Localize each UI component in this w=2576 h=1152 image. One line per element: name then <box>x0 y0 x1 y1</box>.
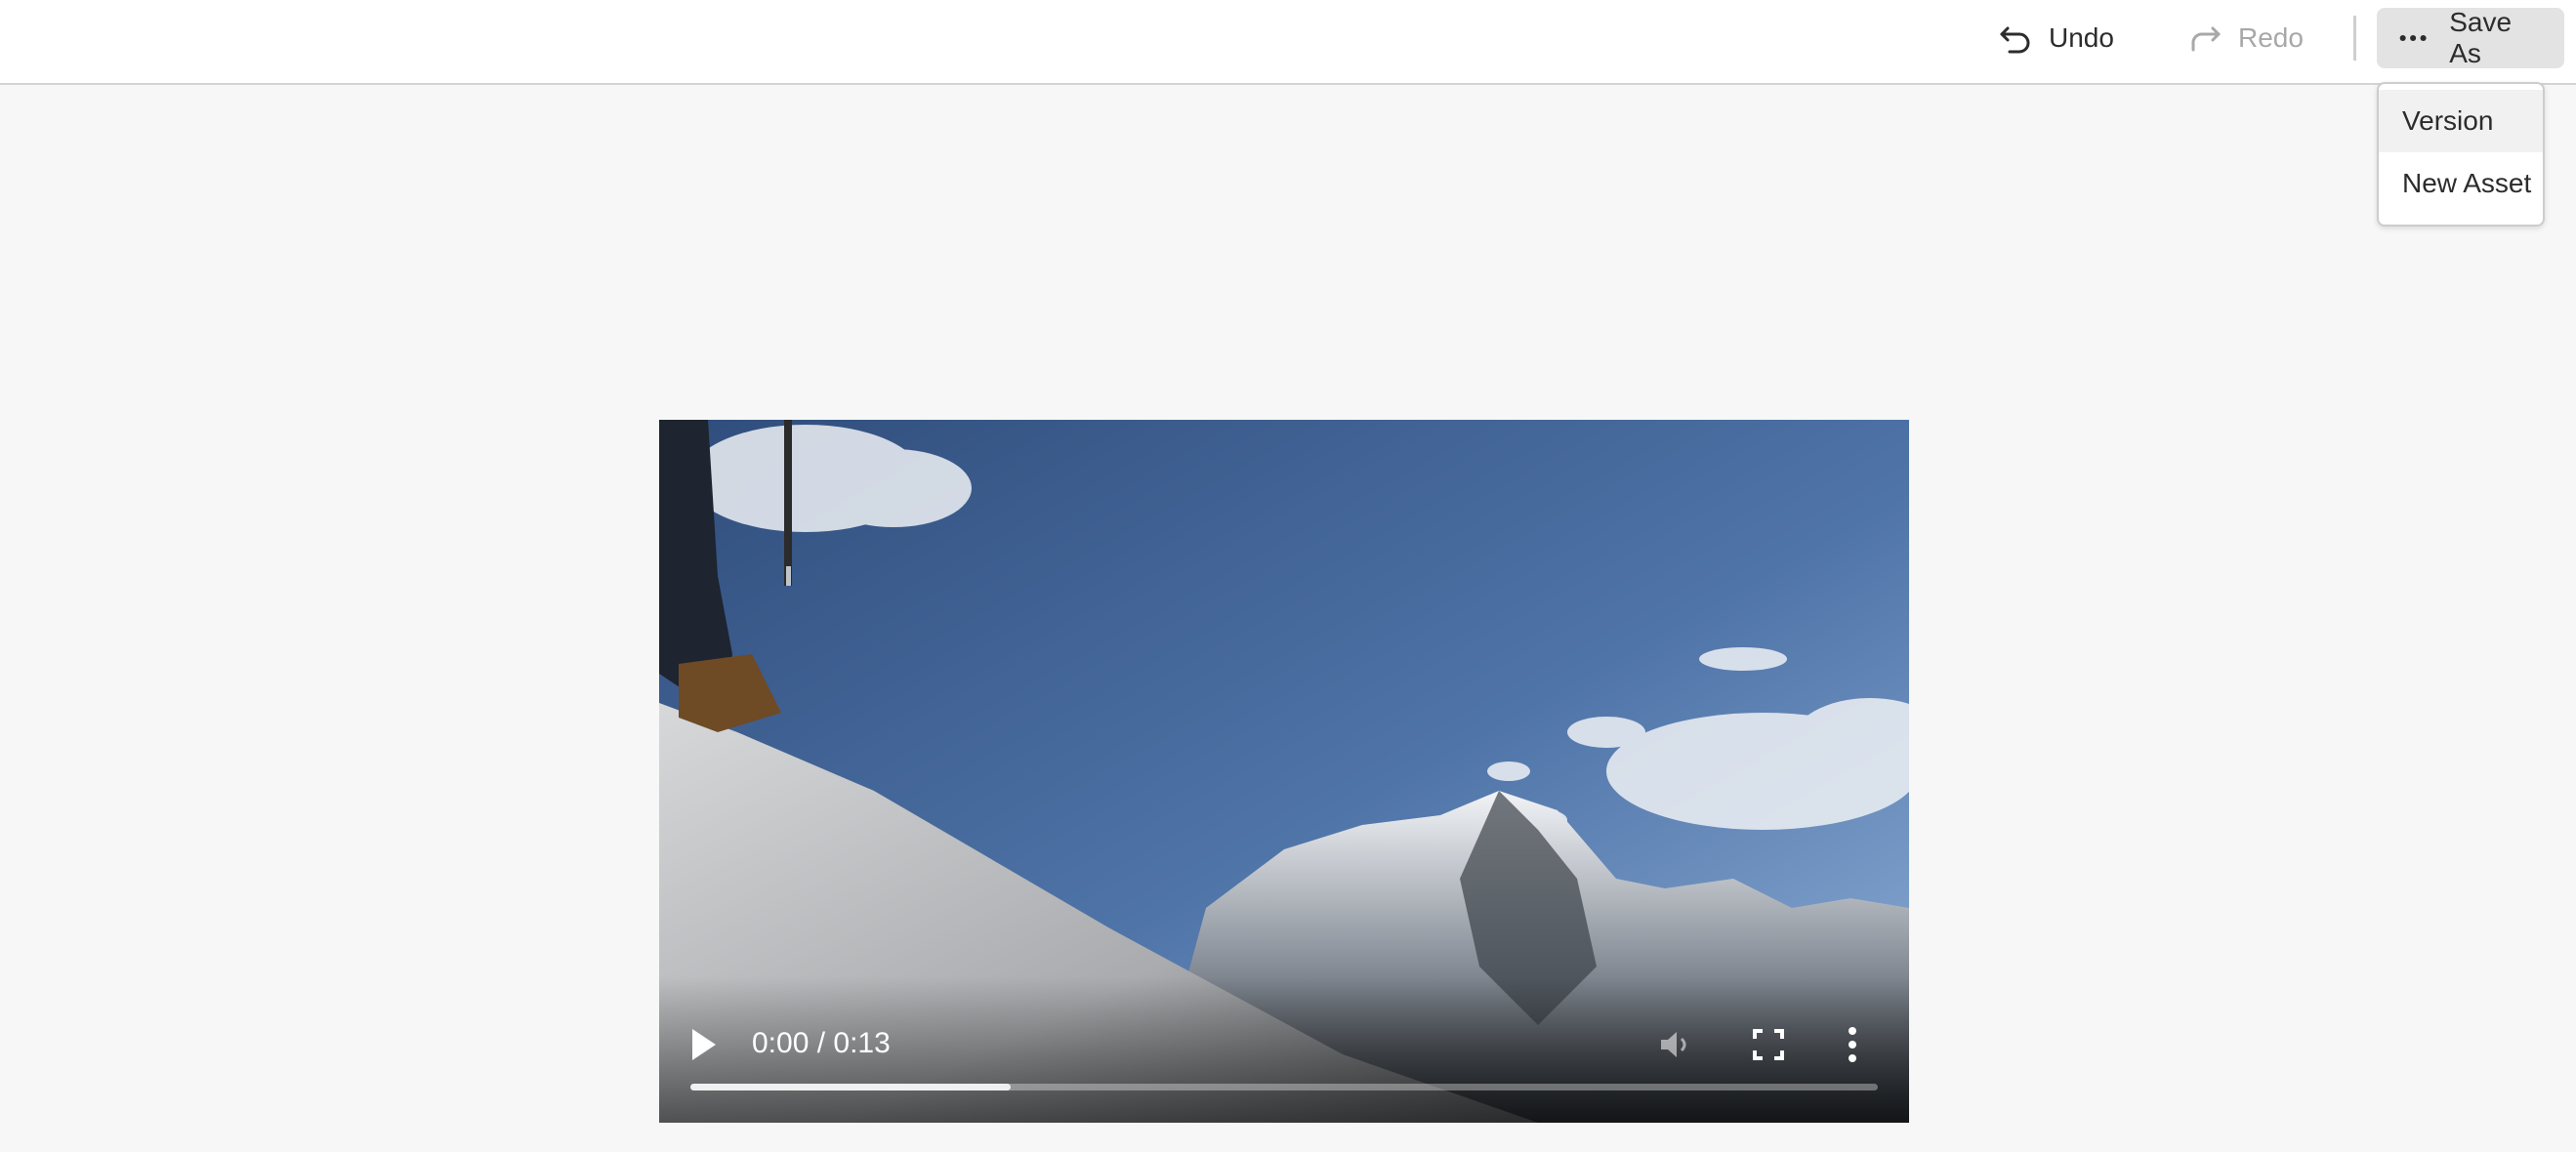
video-controls: 0:00 / 0:13 <box>659 976 1909 1123</box>
video-player[interactable]: 0:00 / 0:13 <box>659 420 1909 1123</box>
more-horizontal-icon <box>2399 34 2427 42</box>
more-options-icon[interactable] <box>1843 1023 1862 1066</box>
save-as-button[interactable]: Save As <box>2377 7 2564 68</box>
undo-icon <box>2000 26 2030 54</box>
play-icon[interactable] <box>688 1025 720 1064</box>
undo-label: Undo <box>2049 22 2114 53</box>
save-as-label: Save As <box>2449 7 2513 68</box>
video-progress-track[interactable] <box>690 1084 1878 1090</box>
save-as-menu: Version New Asset <box>2377 82 2545 226</box>
video-timecode: 0:00 / 0:13 <box>752 1027 891 1059</box>
redo-button[interactable]: Redo <box>2172 8 2319 68</box>
menu-item-label: New Asset <box>2402 168 2532 198</box>
redo-label: Redo <box>2238 22 2304 53</box>
redo-icon <box>2191 26 2221 52</box>
top-toolbar: Undo Redo Save As <box>0 0 2576 85</box>
menu-item-label: Version <box>2402 105 2494 136</box>
toolbar-divider <box>2353 16 2356 61</box>
menu-item-version[interactable]: Version <box>2379 90 2543 152</box>
volume-icon[interactable] <box>1655 1025 1694 1064</box>
video-buffered-bar <box>690 1084 1012 1090</box>
undo-button[interactable]: Undo <box>1982 8 2130 68</box>
menu-item-new-asset[interactable]: New Asset <box>2379 152 2543 215</box>
fullscreen-icon[interactable] <box>1749 1025 1788 1064</box>
